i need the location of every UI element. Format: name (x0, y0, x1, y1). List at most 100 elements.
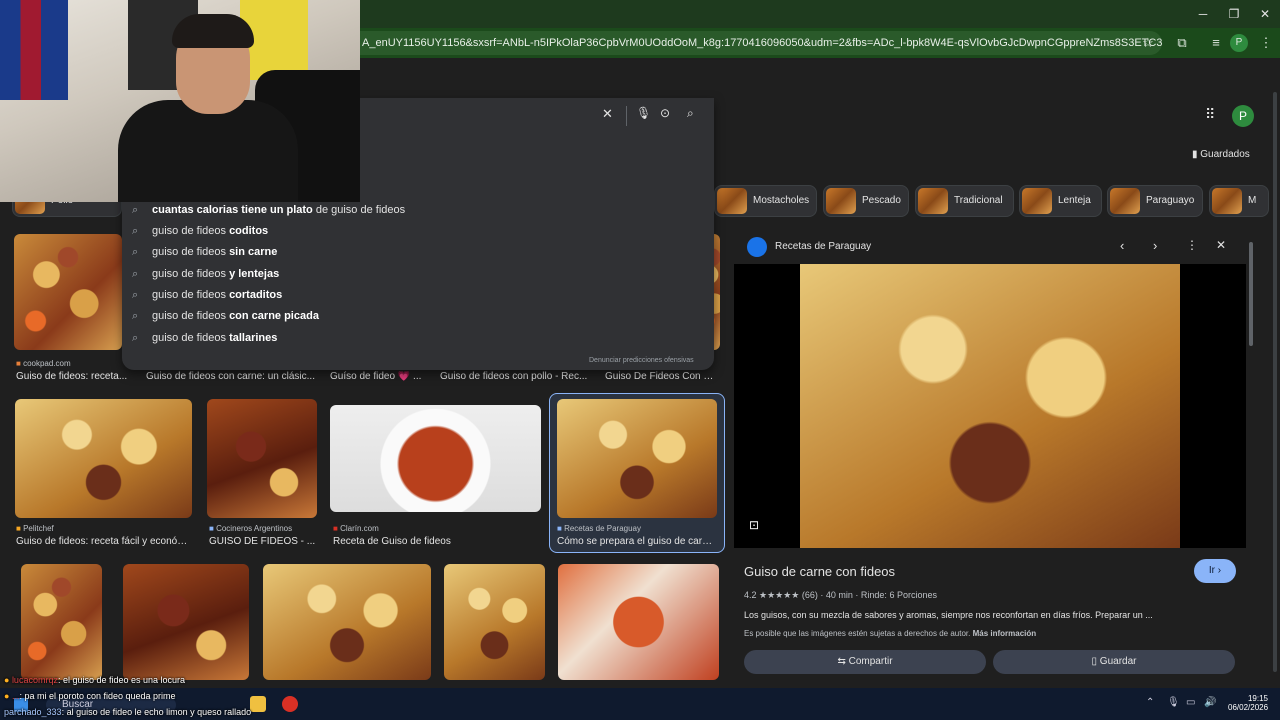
more-options-icon[interactable]: ⋮ (1186, 238, 1198, 252)
result-image[interactable] (15, 399, 192, 518)
browser-menu-icon[interactable]: ⋮ (1256, 33, 1276, 53)
apps-grid-icon[interactable]: ⠿ (1205, 106, 1223, 124)
chip-tradicional[interactable]: Tradicional (915, 185, 1014, 217)
chip-thumbnail (1022, 188, 1052, 214)
result-image[interactable] (14, 234, 122, 350)
webcam-overlay (0, 0, 360, 202)
url-field[interactable]: A_enUY1156UY1156&sxsrf=ANbL-n5IPkOlaP36C… (360, 31, 1162, 55)
preview-image[interactable] (800, 264, 1180, 548)
microphone-icon[interactable]: 🎙 (636, 106, 651, 120)
result-title[interactable]: Guíso de fideo 💗 ... (330, 371, 426, 382)
result-source: ■ Recetas de Paraguay (557, 524, 641, 533)
result-title[interactable]: Guiso De Fideos Con C... (605, 371, 717, 382)
result-image[interactable] (557, 399, 717, 518)
result-source: ■ Pelitchef (16, 524, 54, 533)
google-account-avatar[interactable]: P (1232, 105, 1254, 127)
panel-scrollbar[interactable] (1249, 242, 1253, 346)
result-image[interactable] (558, 564, 719, 680)
suggestion-item[interactable]: ⌕ guiso de fideos cortaditos (132, 289, 282, 309)
microphone-tray-icon[interactable]: 🎙 (1167, 697, 1180, 708)
suggestion-item[interactable]: ⌕ guiso de fideos coditos (132, 225, 268, 245)
result-title[interactable]: Cómo se prepara el guiso de carne... (557, 536, 717, 547)
panel-title[interactable]: Guiso de carne con fideos (744, 564, 895, 579)
next-icon[interactable]: › (1153, 238, 1157, 253)
search-icon[interactable]: ⌕ (687, 106, 694, 121)
tray-chevron-icon[interactable]: ⌃ (1146, 697, 1154, 708)
close-window-button[interactable]: ✕ (1248, 4, 1280, 24)
result-source-label: Cocineros Argentinos (216, 524, 293, 533)
result-source: ■ cookpad.com (16, 359, 71, 368)
chip-thumbnail (1110, 188, 1140, 214)
share-button[interactable]: ⇆ Compartir (744, 650, 986, 674)
rating-value: 4.2 (744, 590, 757, 600)
suggestion-item[interactable]: ⌕ cuantas calorias tiene un plato de guis… (132, 204, 405, 224)
result-title[interactable]: Receta de Guiso de fideos (333, 536, 541, 547)
panel-source[interactable]: Recetas de Paraguay (775, 241, 871, 252)
browser-profile-avatar[interactable]: P (1230, 34, 1248, 52)
suggestion-item[interactable]: ⌕ guiso de fideos con carne picada (132, 310, 319, 330)
go-label: Ir (1208, 565, 1215, 576)
search-icon: ⌕ (132, 268, 139, 280)
lens-icon[interactable]: ⊡ (749, 518, 759, 532)
result-image[interactable] (207, 399, 317, 518)
chat-message: ● lucacomrqz: el guiso de fideo es una l… (4, 675, 185, 685)
result-image[interactable] (123, 564, 249, 680)
result-image[interactable] (444, 564, 545, 680)
extensions-icon[interactable]: ⧉ (1172, 33, 1192, 53)
chip-thumbnail (918, 188, 948, 214)
maximize-button[interactable]: ❐ (1217, 4, 1251, 24)
clock[interactable]: 19:15 06/02/2026 (1228, 694, 1268, 712)
site-favicon: ■ (16, 524, 24, 533)
servings: Rinde: 6 Porciones (860, 590, 937, 600)
copyright-notice: Es posible que las imágenes estén sujeta… (744, 629, 1036, 638)
volume-icon[interactable]: 🔊 (1204, 697, 1216, 708)
share-icon: ⇆ (837, 656, 849, 667)
result-source-label: Clarín.com (340, 524, 379, 533)
saved-link[interactable]: ▮ Guardados (1192, 149, 1250, 160)
report-predictions-link[interactable]: Denunciar predicciones ofensivas (589, 357, 694, 364)
chip-lenteja[interactable]: Lenteja (1019, 185, 1102, 217)
cookpad-icon: ■ (16, 359, 24, 368)
result-title[interactable]: Guiso de fideos: receta... (16, 371, 128, 382)
site-favicon: ■ (557, 524, 565, 533)
suggestion-item[interactable]: ⌕ guiso de fideos tallarines (132, 332, 277, 352)
chip-pescado[interactable]: Pescado (823, 185, 909, 217)
result-image[interactable] (330, 405, 541, 512)
result-source-label: cookpad.com (23, 359, 71, 368)
close-panel-icon[interactable]: ✕ (1216, 238, 1226, 252)
result-source: ■ Clarín.com (333, 524, 379, 533)
chip-paraguayo[interactable]: Paraguayo (1107, 185, 1203, 217)
chat-badge-icon: ● (4, 691, 12, 701)
page-scrollbar[interactable] (1273, 92, 1277, 672)
share-label: Compartir (848, 656, 893, 667)
prev-icon[interactable]: ‹ (1120, 238, 1124, 253)
media-icon[interactable]: ≡ (1206, 33, 1226, 53)
result-title[interactable]: Guiso de fideos con carne: un clásic... (146, 371, 316, 382)
result-title[interactable]: Guiso de fideos con pollo - Rec... (440, 371, 590, 382)
chip-label: Tradicional (954, 195, 1003, 206)
more-info-link[interactable]: Más información (973, 629, 1037, 638)
clear-search-icon[interactable]: ✕ (602, 106, 613, 122)
chip-thumbnail (1212, 188, 1242, 214)
lens-search-icon[interactable]: ⊙ (660, 106, 670, 120)
search-icon: ⌕ (132, 246, 139, 258)
suggestion-item[interactable]: ⌕ guiso de fideos y lentejas (132, 268, 279, 288)
site-favicon: ■ (333, 524, 341, 533)
bookmark-star-icon[interactable]: ☆ (1138, 33, 1158, 53)
result-image[interactable] (263, 564, 431, 680)
result-title[interactable]: Guiso de fideos: receta fácil y económi.… (16, 536, 192, 547)
result-source-label: Pelitchef (23, 524, 54, 533)
chip-thumbnail (826, 188, 856, 214)
chip-mostacholes[interactable]: Mostacholes (714, 185, 817, 217)
result-image[interactable] (21, 564, 102, 680)
go-button[interactable]: Ir › (1194, 559, 1236, 583)
result-source-label: Recetas de Paraguay (564, 524, 641, 533)
result-title[interactable]: GUISO DE FIDEOS - ... (209, 536, 317, 547)
minimize-button[interactable]: ─ (1186, 4, 1220, 24)
network-icon[interactable]: ▭ (1186, 697, 1195, 708)
chat-text: : al guiso de fideo le echo limon y ques… (61, 707, 252, 717)
chip-more[interactable]: M (1209, 185, 1269, 217)
suggestion-item[interactable]: ⌕ guiso de fideos sin carne (132, 246, 277, 266)
save-button[interactable]: ▯ Guardar (993, 650, 1235, 674)
chip-label: Pescado (862, 195, 901, 206)
